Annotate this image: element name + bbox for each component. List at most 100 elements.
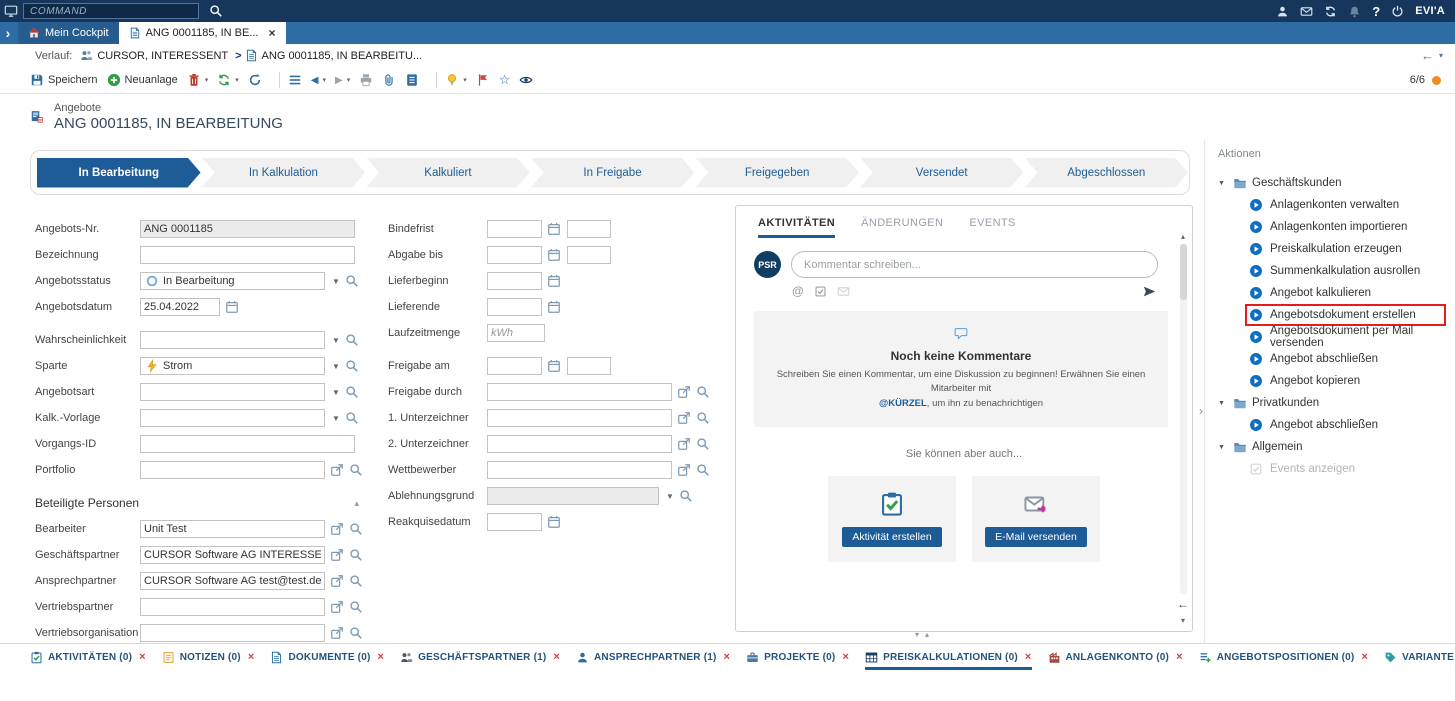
section-collapse-icon[interactable]: ▴ — [354, 498, 359, 509]
close-icon[interactable]: × — [1361, 651, 1368, 663]
scrollbar-thumb[interactable] — [1180, 244, 1187, 300]
portfolio-input[interactable] — [140, 461, 325, 479]
sidebar-expander-icon[interactable]: › — [0, 22, 16, 44]
open-record-icon[interactable] — [677, 411, 691, 425]
comment-input[interactable] — [791, 251, 1158, 278]
lookup-search-icon[interactable] — [349, 548, 363, 562]
action-angebotsdokument-per-mail-versenden[interactable]: Angebotsdokument per Mail versenden — [1247, 326, 1455, 348]
word-export-button[interactable] — [405, 73, 419, 87]
lookup-search-icon[interactable] — [349, 626, 363, 640]
workflow-step-freigegeben[interactable]: Freigegeben — [695, 158, 859, 188]
lookup-search-icon[interactable] — [345, 385, 359, 399]
ablehnungsgrund-input[interactable] — [487, 487, 659, 505]
expand-icon[interactable]: ▼ — [1218, 444, 1228, 451]
action-anlagenkonten-importieren[interactable]: Anlagenkonten importieren — [1247, 216, 1415, 238]
close-icon[interactable]: × — [139, 651, 146, 663]
bottom-tab-variante[interactable]: VARIANTE (0) × — [1384, 644, 1455, 670]
bottom-tab-ansprechpartner[interactable]: ANSPRECHPARTNER (1) × — [576, 644, 730, 670]
action-group-allgemein[interactable]: ▼ Allgemein — [1218, 436, 1455, 458]
breadcrumb-item-offer[interactable]: ANG 0001185, IN BEARBEITU... — [262, 50, 423, 62]
unterzeichner1-input[interactable] — [487, 409, 672, 427]
calendar-icon[interactable] — [547, 300, 561, 314]
mention-icon[interactable]: @ — [792, 284, 804, 298]
lookup-search-icon[interactable] — [696, 437, 710, 451]
list-view-button[interactable] — [288, 73, 302, 87]
calendar-icon[interactable] — [547, 359, 561, 373]
action-angebot-kalkulieren[interactable]: Angebot kalkulieren — [1247, 282, 1379, 304]
workflow-step-in-freigabe[interactable]: In Freigabe — [531, 158, 695, 188]
new-record-button[interactable]: Neuanlage — [107, 73, 178, 87]
activity-scrollbar[interactable]: ▴ ← ▾ — [1176, 232, 1190, 625]
bottom-tab-geschaeftspartner[interactable]: GESCHÄFTSPARTNER (1) × — [400, 644, 560, 670]
next-dropdown-icon[interactable]: ▾ — [347, 76, 351, 84]
lookup-search-icon[interactable] — [696, 385, 710, 399]
freigabe-durch-input[interactable] — [487, 383, 672, 401]
angebotsdatum-input[interactable] — [140, 298, 220, 316]
tab-angebot[interactable]: ANG 0001185, IN BE... × — [119, 22, 286, 44]
angebotsart-input[interactable] — [140, 383, 325, 401]
help-button[interactable]: ? — [1372, 4, 1380, 19]
close-tab-icon[interactable]: × — [269, 26, 276, 40]
close-icon[interactable]: × — [378, 651, 385, 663]
reakquisedatum-input[interactable] — [487, 513, 542, 531]
notification-badge[interactable] — [1432, 76, 1441, 85]
calendar-icon[interactable] — [547, 222, 561, 236]
close-icon[interactable]: × — [1176, 651, 1183, 663]
mail-icon[interactable] — [1300, 5, 1313, 18]
search-icon[interactable] — [209, 4, 223, 18]
collapse-left-icon[interactable]: ← — [1177, 597, 1189, 611]
workflow-step-abgeschlossen[interactable]: Abgeschlossen — [1024, 158, 1188, 188]
dropdown-icon[interactable]: ▼ — [332, 362, 340, 371]
action-angebot-abschliessen[interactable]: Angebot abschließen — [1247, 348, 1386, 370]
sparte-input[interactable]: Strom — [140, 357, 325, 375]
refresh-button[interactable] — [248, 73, 262, 87]
attachment-button[interactable] — [382, 73, 396, 87]
bezeichnung-input[interactable] — [140, 246, 355, 264]
close-icon[interactable]: × — [248, 651, 255, 663]
user-icon[interactable] — [1276, 5, 1289, 18]
lookup-search-icon[interactable] — [679, 489, 693, 503]
lookup-search-icon[interactable] — [345, 359, 359, 373]
favorite-button[interactable]: ☆ — [499, 72, 511, 88]
watch-button[interactable] — [519, 73, 533, 87]
next-record-button[interactable]: ▶ — [335, 75, 343, 86]
vertriebsorganisation-input[interactable] — [140, 624, 325, 642]
previous-dropdown-icon[interactable]: ▾ — [323, 76, 327, 84]
open-record-icon[interactable] — [330, 574, 344, 588]
send-email-button[interactable]: E-Mail versenden — [985, 527, 1087, 547]
kalk-vorlage-input[interactable] — [140, 409, 325, 427]
bottom-tab-preiskalkulationen[interactable]: PREISKALKULATIONEN (0) × — [865, 644, 1031, 670]
action-angebotsdokument-erstellen[interactable]: Angebotsdokument erstellen — [1245, 304, 1446, 326]
bottom-tab-dokumente[interactable]: DOKUMENTE (0) × — [270, 644, 384, 670]
bottom-tab-aktivitaeten[interactable]: AKTIVITÄTEN (0) × — [30, 644, 146, 670]
close-icon[interactable]: × — [842, 651, 849, 663]
close-icon[interactable]: × — [1025, 651, 1032, 663]
open-record-icon[interactable] — [677, 385, 691, 399]
calendar-icon[interactable] — [225, 300, 239, 314]
workflow-step-kalkuliert[interactable]: Kalkuliert — [366, 158, 530, 188]
lamp-dropdown-icon[interactable]: ▾ — [463, 76, 467, 84]
geschaeftspartner-input[interactable] — [140, 546, 325, 564]
calendar-icon[interactable] — [547, 515, 561, 529]
open-record-icon[interactable] — [330, 522, 344, 536]
send-icon[interactable] — [1143, 285, 1156, 298]
sync-icon[interactable] — [1324, 5, 1337, 18]
workflow-step-in-kalkulation[interactable]: In Kalkulation — [202, 158, 366, 188]
lieferbeginn-input[interactable] — [487, 272, 542, 290]
breadcrumb-item-partner[interactable]: CURSOR, INTERESSENT — [97, 50, 228, 62]
reload-dropdown-icon[interactable]: ▾ — [235, 76, 239, 84]
lookup-search-icon[interactable] — [696, 411, 710, 425]
lamp-button[interactable] — [445, 73, 459, 87]
power-icon[interactable] — [1391, 5, 1404, 18]
vorgangs-id-input[interactable] — [140, 435, 355, 453]
history-dropdown-icon[interactable]: ▾ — [1439, 51, 1443, 60]
lookup-search-icon[interactable] — [349, 522, 363, 536]
action-angebot-kopieren[interactable]: Angebot kopieren — [1247, 370, 1368, 392]
lookup-search-icon[interactable] — [345, 333, 359, 347]
tab-aenderungen[interactable]: ÄNDERUNGEN — [861, 217, 943, 238]
open-record-icon[interactable] — [330, 600, 344, 614]
lieferende-input[interactable] — [487, 298, 542, 316]
bindefrist-time-input[interactable] — [567, 220, 611, 238]
lookup-search-icon[interactable] — [345, 411, 359, 425]
history-back-icon[interactable]: ← — [1421, 48, 1434, 63]
